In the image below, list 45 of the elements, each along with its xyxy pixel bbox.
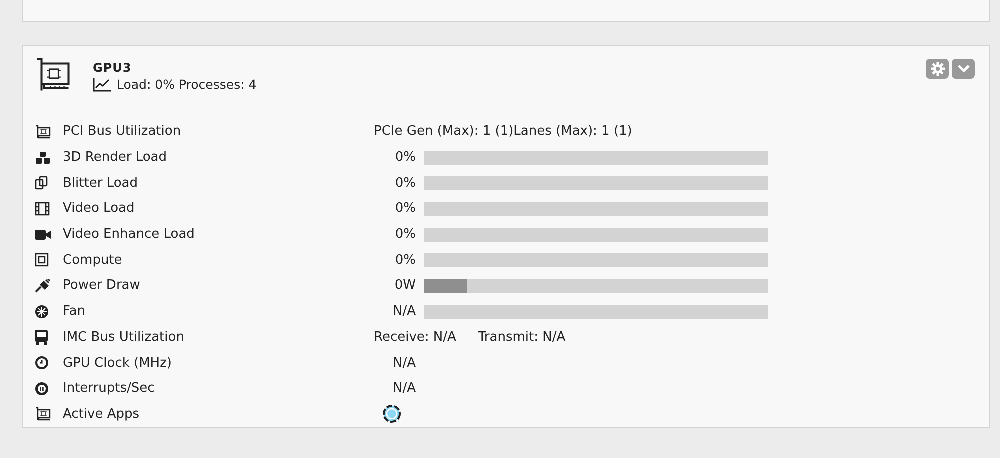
metric-value: 0% bbox=[394, 176, 416, 191]
settings-icon bbox=[930, 62, 944, 76]
cubes-icon bbox=[35, 150, 51, 165]
metric-label: GPU Clock (MHz) bbox=[63, 356, 173, 371]
metric-label: Active Apps bbox=[63, 406, 141, 422]
metric-value: 0% bbox=[394, 252, 416, 268]
metric-value: Transmit: N/A bbox=[478, 330, 566, 345]
bus-icon bbox=[35, 330, 48, 345]
metric-value: Receive: N/A bbox=[374, 330, 456, 345]
video-camera-icon bbox=[35, 228, 51, 241]
metric-label: 3D Render Load bbox=[63, 150, 168, 166]
metric-label: IMC Bus Utilization bbox=[63, 330, 186, 345]
metric-label: Fan bbox=[63, 304, 86, 320]
metric-value: 0% bbox=[394, 150, 416, 166]
loading-spinner-icon bbox=[382, 404, 402, 424]
metric-value: 0W bbox=[394, 278, 416, 294]
square-icon bbox=[35, 253, 49, 268]
metric-label: PCI Bus Utilization bbox=[63, 124, 182, 140]
metric-label: Video Enhance Load bbox=[63, 227, 196, 242]
gpu-card-icon bbox=[35, 407, 51, 422]
metric-label: Compute bbox=[63, 252, 124, 268]
chart-line-icon bbox=[93, 78, 111, 92]
pause-icon bbox=[35, 382, 49, 396]
expand-button[interactable] bbox=[952, 59, 975, 79]
clock-icon bbox=[35, 356, 49, 370]
device-title: GPU3 bbox=[93, 61, 133, 75]
film-icon bbox=[35, 202, 50, 216]
metric-label: Power Draw bbox=[63, 278, 142, 294]
settings-button[interactable] bbox=[926, 59, 949, 79]
chevron-down-icon bbox=[956, 64, 970, 74]
metric-value: 0% bbox=[394, 227, 416, 242]
metric-label: Blitter Load bbox=[63, 176, 139, 191]
load-summary: Load: 0% Processes: 4 bbox=[117, 77, 257, 92]
metric-label: Video Load bbox=[63, 201, 136, 216]
metric-value: N/A bbox=[392, 381, 416, 396]
metric-label: Interrupts/Sec bbox=[63, 381, 156, 396]
metric-value: 0% bbox=[394, 201, 416, 216]
metric-value: N/A bbox=[392, 304, 416, 320]
fan-icon bbox=[35, 304, 49, 319]
plug-icon bbox=[35, 278, 51, 293]
metric-value: PCIe Gen (Max): 1 (1)Lanes (Max): 1 (1) bbox=[374, 124, 632, 140]
gpu-card-icon bbox=[35, 57, 71, 93]
copy-icon bbox=[35, 176, 49, 190]
metric-value: N/A bbox=[392, 356, 416, 371]
gpu-card-icon bbox=[35, 124, 51, 139]
